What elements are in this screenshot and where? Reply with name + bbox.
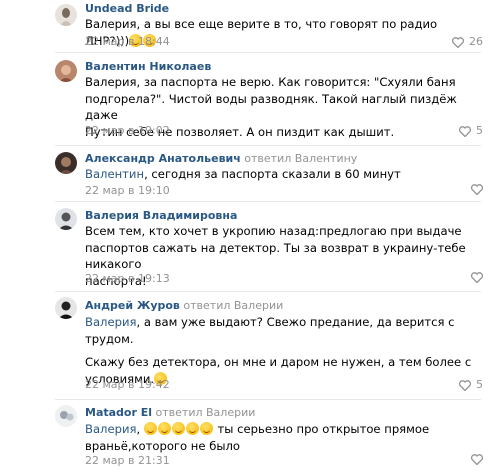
like-button[interactable] [471, 272, 483, 283]
laughing-emoji-icon [157, 422, 171, 435]
comment-author[interactable]: Валерия Владимировна [85, 209, 237, 222]
like-button[interactable]: 5 [459, 124, 483, 138]
laughing-emoji-icon [143, 422, 157, 435]
comment-author[interactable]: Александр Анатольевич [85, 152, 241, 165]
avatar[interactable] [55, 152, 77, 174]
avatar[interactable] [55, 208, 77, 230]
mention-link[interactable]: Валерия [85, 422, 136, 436]
comment-text: Валерия, а вам уже выдают? Свежо предани… [85, 315, 472, 386]
comment-author[interactable]: Валентин Николаев [85, 60, 211, 73]
comment-item: Валентин Николаев Валерия, за паспорта н… [0, 53, 493, 141]
like-count: 5 [476, 124, 483, 137]
comment-item: Matador El ответил Валерии Валерия, ты с… [0, 400, 493, 474]
like-button[interactable]: 5 [459, 378, 483, 392]
mention-link[interactable]: Валерия [85, 315, 136, 329]
comment-date[interactable]: 22 мар в 19:10 [85, 184, 170, 198]
heart-icon [452, 36, 464, 48]
like-button[interactable] [471, 184, 483, 195]
comment-author[interactable]: Matador El [85, 406, 152, 419]
heart-icon [471, 184, 483, 195]
comment-item: Undead Bride Валерия, а вы все еще верит… [0, 0, 493, 50]
avatar[interactable] [55, 60, 77, 82]
comment-date[interactable]: 22 мар в 18:44 [85, 35, 170, 49]
reply-to-link[interactable]: Валерии [234, 299, 283, 312]
comment-date[interactable]: 22 мар в 19:42 [85, 378, 170, 392]
comments-list: Undead Bride Валерия, а вы все еще верит… [0, 0, 493, 474]
like-button[interactable] [471, 454, 483, 465]
like-button[interactable]: 26 [452, 35, 483, 49]
avatar[interactable] [55, 405, 77, 427]
mention-link[interactable]: Валентин [85, 167, 144, 181]
reply-to-link[interactable]: Валерии [206, 406, 255, 419]
heart-icon [459, 379, 471, 391]
replied-label: ответил [244, 152, 292, 165]
comment-item: Андрей Журов ответил Валерии Валерия, а … [0, 292, 493, 397]
like-count: 26 [469, 35, 483, 48]
heart-icon [459, 125, 471, 137]
comment-author[interactable]: Андрей Журов [85, 299, 180, 312]
laughing-emoji-icon [171, 422, 185, 435]
heart-icon [471, 454, 483, 465]
comment-author[interactable]: Undead Bride [85, 2, 169, 15]
comment-item: Александр Анатольевич ответил Валентину … [0, 146, 493, 201]
comment-date[interactable]: 22 мар в 21:31 [85, 454, 170, 468]
comment-date[interactable]: 22 мар в 19:02 [85, 124, 170, 138]
like-count: 5 [476, 378, 483, 391]
avatar[interactable] [55, 297, 77, 319]
avatar[interactable] [55, 4, 77, 26]
heart-icon [471, 272, 483, 283]
comment-date[interactable]: 22 мар в 19:13 [85, 272, 170, 286]
comment-text: Валентин, сегодня за паспорта сказали в … [85, 167, 401, 181]
laughing-emoji-icon [199, 422, 213, 435]
reply-to-link[interactable]: Валентину [295, 152, 358, 165]
replied-label: ответил [183, 299, 231, 312]
comment-item: Валерия Владимировна Всем тем, кто хочет… [0, 202, 493, 290]
laughing-emoji-icon [185, 422, 199, 435]
comment-text: Валерия, ты серьезно про открытое прямое… [85, 422, 430, 453]
replied-label: ответил [155, 406, 203, 419]
